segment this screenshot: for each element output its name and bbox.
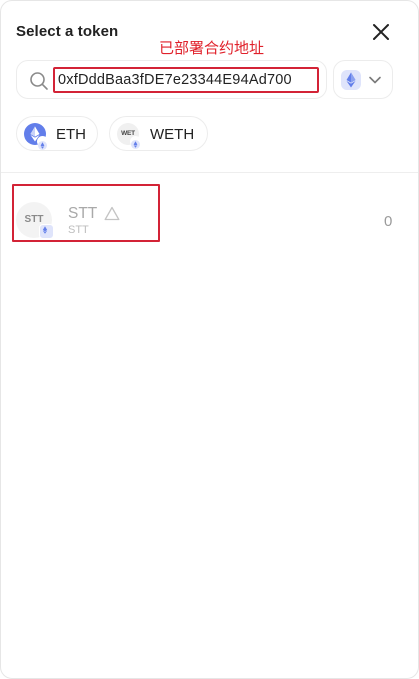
chip-label-weth: WETH xyxy=(150,126,195,143)
network-selector[interactable] xyxy=(333,60,393,99)
chain-badge-icon xyxy=(38,137,47,150)
weth-token-icon: WET xyxy=(117,123,140,149)
close-icon xyxy=(373,24,389,40)
chevron-down-icon xyxy=(369,76,381,84)
divider xyxy=(1,172,418,173)
token-list-item[interactable]: STT STT STT 0 xyxy=(1,184,418,243)
common-token-eth[interactable]: ETH xyxy=(16,116,98,151)
weth-icon-text: WET xyxy=(121,130,135,137)
search-input[interactable] xyxy=(53,67,319,93)
chip-label-eth: ETH xyxy=(56,126,86,143)
ethereum-icon xyxy=(39,224,54,239)
close-button[interactable] xyxy=(371,22,391,42)
search-icon xyxy=(30,72,48,90)
token-symbol: STT xyxy=(68,224,89,236)
common-token-weth[interactable]: WET WETH xyxy=(109,116,208,151)
token-balance: 0 xyxy=(384,213,393,230)
chain-badge-icon xyxy=(131,137,140,149)
token-name: STT xyxy=(68,205,98,222)
annotation-label: 已部署合约地址 xyxy=(159,39,265,57)
ethereum-icon xyxy=(341,70,361,90)
search-box[interactable] xyxy=(16,60,327,99)
token-select-modal: Select a token 已部署合约地址 0xfDddBaa3fDE7e23… xyxy=(0,0,419,679)
eth-token-icon xyxy=(24,123,47,150)
modal-title: Select a token xyxy=(16,23,119,40)
warning-icon[interactable] xyxy=(104,206,120,221)
